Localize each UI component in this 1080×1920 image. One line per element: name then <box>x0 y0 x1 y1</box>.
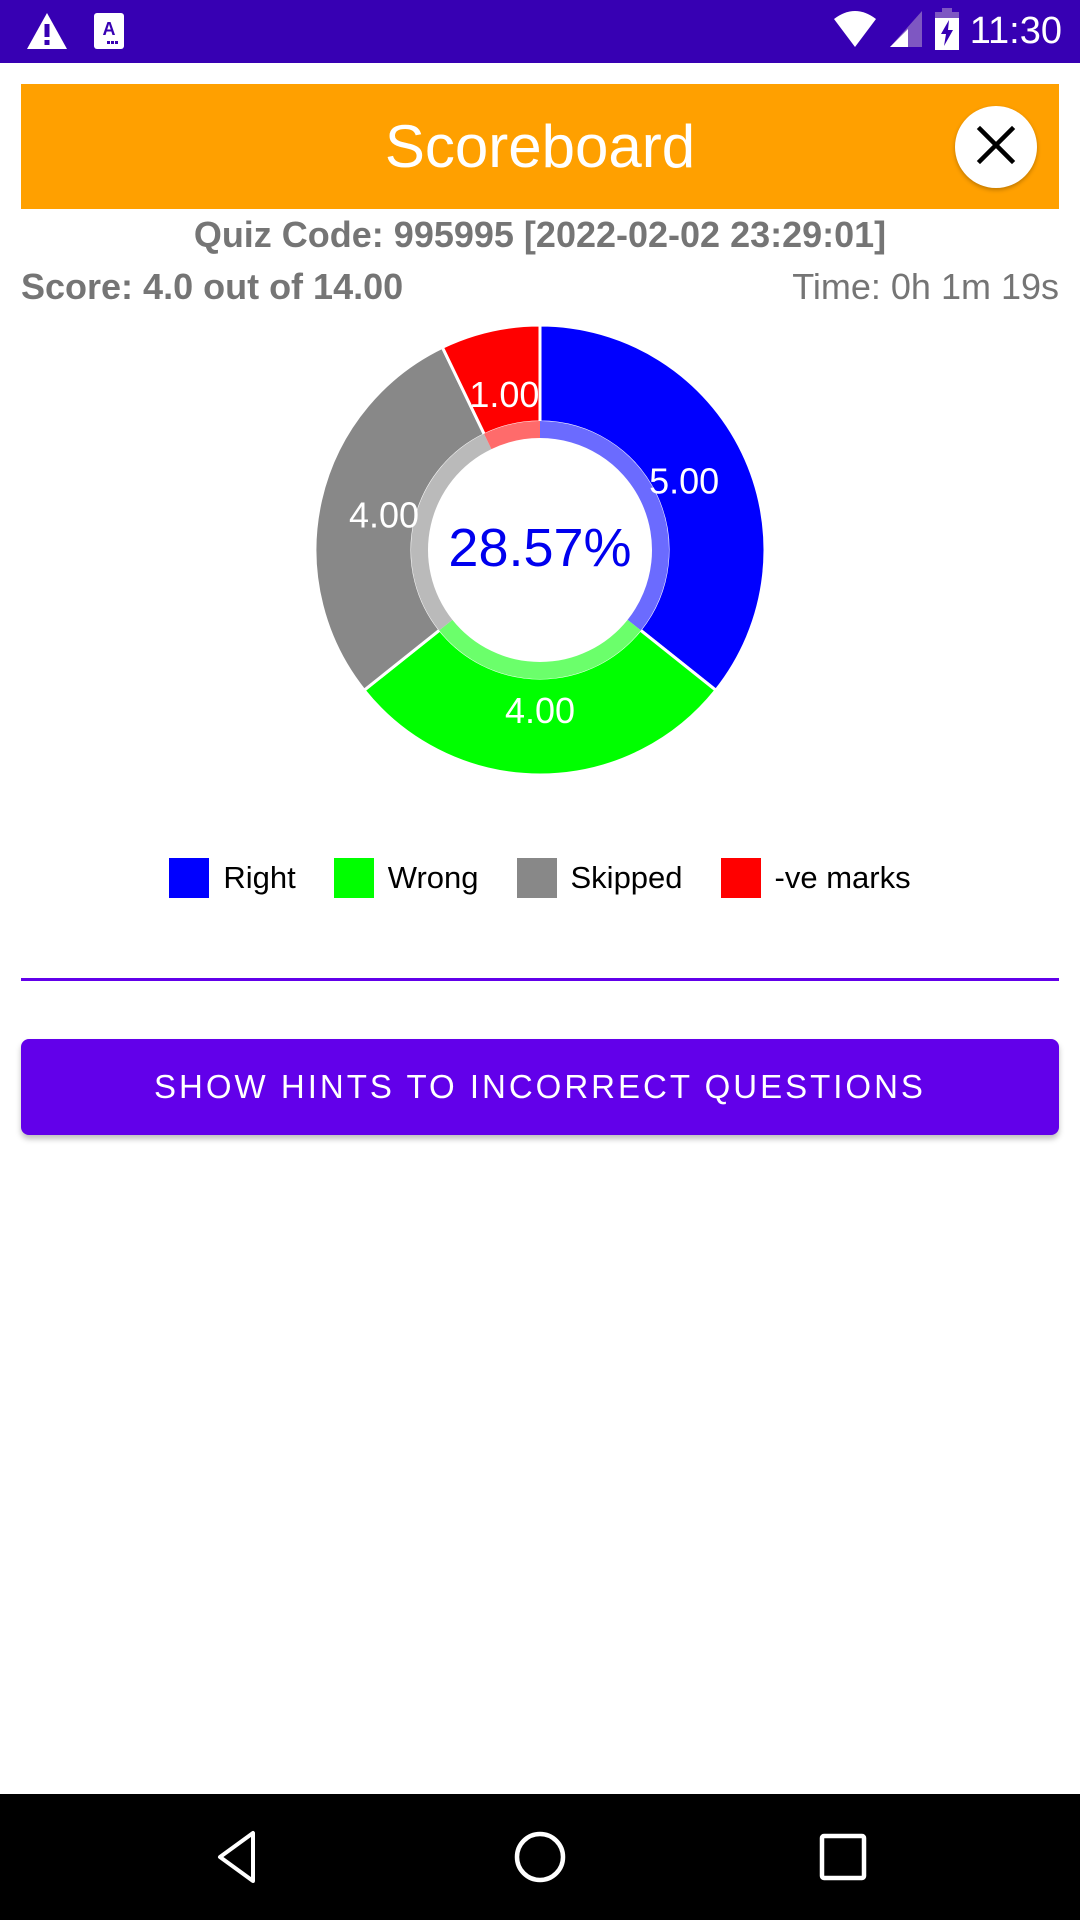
a-notification-icon: A <box>94 13 124 54</box>
home-button[interactable] <box>505 1824 575 1894</box>
status-bar: A 11:30 <box>0 0 1080 63</box>
wifi-icon <box>832 9 878 54</box>
legend-swatch-right <box>169 858 210 898</box>
center-percentage: 28.57% <box>448 518 631 578</box>
legend-label: Right <box>223 860 296 895</box>
home-icon <box>513 1830 567 1889</box>
slice-label-wrong: 4.00 <box>505 690 575 731</box>
quiz-code-label: Quiz Code: 995995 [2022-02-02 23:29:01] <box>193 214 887 255</box>
navigation-bar <box>0 1794 1080 1920</box>
recents-icon <box>818 1832 868 1887</box>
chart-legend: Right Wrong Skipped -ve marks <box>0 858 1080 898</box>
page-title: Scoreboard <box>384 113 696 180</box>
signal-icon <box>888 9 924 54</box>
legend-swatch-wrong <box>333 858 374 898</box>
warning-icon <box>26 12 68 55</box>
close-icon <box>976 125 1016 170</box>
legend-swatch-negative-marks <box>720 858 761 898</box>
back-icon <box>215 1830 259 1889</box>
legend-label: -ve marks <box>774 860 911 895</box>
time-label: Time: 0h 1m 19s <box>792 266 1059 307</box>
scoreboard-header: Scoreboard <box>21 84 1059 209</box>
svg-text:A: A <box>103 19 116 39</box>
divider <box>21 978 1059 981</box>
legend-item-negative-marks: -ve marks <box>720 858 911 898</box>
slice-label-right: 5.00 <box>649 461 719 502</box>
legend-swatch-skipped <box>516 858 557 898</box>
legend-item-skipped: Skipped <box>516 858 683 898</box>
status-time: 11:30 <box>969 10 1062 52</box>
legend-label: Skipped <box>570 860 683 895</box>
close-button[interactable] <box>955 106 1037 188</box>
legend-item-right: Right <box>169 858 296 898</box>
legend-item-wrong: Wrong <box>333 858 479 898</box>
score-donut-chart: 5.00 4.00 4.00 1.00 28.57% <box>300 310 780 790</box>
battery-charging-icon <box>934 8 960 55</box>
donut-svg: 5.00 4.00 4.00 1.00 28.57% <box>313 323 767 777</box>
recents-button[interactable] <box>808 1824 878 1894</box>
score-label: Score: 4.0 out of 14.00 <box>21 266 404 307</box>
legend-label: Wrong <box>387 860 479 895</box>
back-button[interactable] <box>202 1824 272 1894</box>
slice-label-ve-marks: 1.00 <box>469 374 539 415</box>
slice-label-skipped: 4.00 <box>349 494 419 535</box>
show-hints-button[interactable]: SHOW HINTS TO INCORRECT QUESTIONS <box>21 1039 1059 1135</box>
